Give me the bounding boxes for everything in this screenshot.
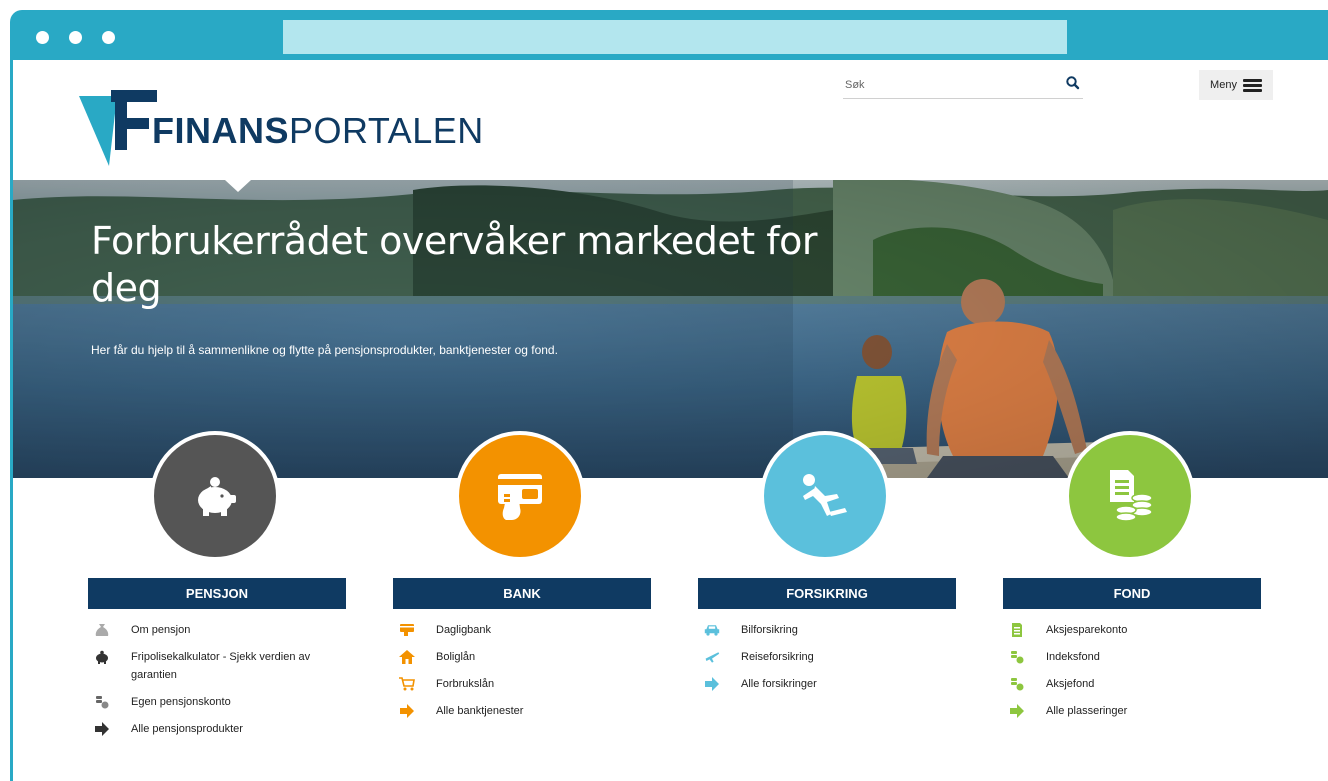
link-om-pensjon[interactable]: Om pensjon xyxy=(88,621,358,639)
arrow-right-icon xyxy=(95,722,109,736)
link-reiseforsikring[interactable]: Reiseforsikring xyxy=(698,648,968,666)
link-alle-plasseringer[interactable]: Alle plasseringer xyxy=(1003,702,1273,720)
moneybag-icon xyxy=(95,624,109,636)
logo-pointer-notch xyxy=(225,180,251,192)
arrow-right-icon xyxy=(1010,704,1024,718)
forsikring-link-list: Bilforsikring Reiseforsikring Alle forsi… xyxy=(698,621,968,702)
search-box xyxy=(843,72,1083,99)
link-label: Aksjefond xyxy=(1046,678,1095,690)
link-forbrukslan[interactable]: Forbrukslån xyxy=(393,675,663,693)
link-label: Alle banktjenester xyxy=(436,705,524,717)
piggy-bank-icon xyxy=(198,477,236,516)
hero-title: Forbrukerrådet overvåker markedet for de… xyxy=(91,219,818,310)
link-indeksfond[interactable]: Indeksfond xyxy=(1003,648,1273,666)
link-boliglan[interactable]: Boliglån xyxy=(393,648,663,666)
piggy-bank-icon xyxy=(96,650,108,664)
falling-person-icon xyxy=(803,474,847,516)
link-label: Aksjesparekonto xyxy=(1046,624,1128,636)
airplane-icon xyxy=(705,652,720,663)
cart-icon xyxy=(399,677,415,691)
document-coins-icon xyxy=(1110,470,1153,522)
link-alle-pensjonsprodukter[interactable]: Alle pensjonsprodukter xyxy=(88,720,358,738)
search-input[interactable] xyxy=(843,76,1045,94)
window-close-dot[interactable] xyxy=(36,31,49,44)
fond-circle-button[interactable] xyxy=(1065,431,1195,561)
card-hand-icon xyxy=(400,624,414,636)
logo-wordmark: FINANSPORTALEN xyxy=(152,110,484,152)
logo-mark-icon xyxy=(79,90,157,166)
link-label: Reiseforsikring xyxy=(741,651,814,663)
arrow-right-icon xyxy=(705,677,719,691)
link-label: Alle plasseringer xyxy=(1046,705,1128,717)
window-maximize-dot[interactable] xyxy=(102,31,115,44)
bank-circle-button[interactable] xyxy=(455,431,585,561)
coins-icon xyxy=(1011,678,1024,691)
link-label: Egen pensjonskonto xyxy=(131,696,231,708)
link-label: Fripolisekalkulator - Sjekk verdien av g… xyxy=(131,651,311,681)
coins-icon xyxy=(1011,651,1024,664)
category-title-bank[interactable]: BANK xyxy=(393,578,651,609)
card-hand-icon xyxy=(498,474,542,520)
link-label: Dagligbank xyxy=(436,624,492,636)
link-dagligbank[interactable]: Dagligbank xyxy=(393,621,663,639)
logo-text-light: PORTALEN xyxy=(289,110,484,151)
logo-text-bold: FINANS xyxy=(152,110,289,151)
document-icon xyxy=(1012,623,1022,637)
hamburger-icon xyxy=(1242,77,1262,94)
link-aksjesparekonto[interactable]: Aksjesparekonto xyxy=(1003,621,1273,639)
link-label: Alle pensjonsprodukter xyxy=(131,723,243,735)
link-label: Indeksfond xyxy=(1046,651,1100,663)
bank-link-list: Dagligbank Boliglån Forbrukslån Alle ban… xyxy=(393,621,663,729)
menu-label: Meny xyxy=(1210,79,1237,91)
forsikring-circle-button[interactable] xyxy=(760,431,890,561)
category-title-fond[interactable]: FOND xyxy=(1003,578,1261,609)
link-label: Forbrukslån xyxy=(436,678,495,690)
address-bar[interactable] xyxy=(283,20,1067,54)
link-label: Om pensjon xyxy=(131,624,191,636)
fond-link-list: Aksjesparekonto Indeksfond Aksjefond All… xyxy=(1003,621,1273,729)
link-label: Alle forsikringer xyxy=(741,678,817,690)
category-title-pensjon[interactable]: PENSJON xyxy=(88,578,346,609)
link-alle-banktjenester[interactable]: Alle banktjenester xyxy=(393,702,663,720)
hero-subtitle: Her får du hjelp til å sammenlikne og fl… xyxy=(91,343,558,357)
link-alle-forsikringer[interactable]: Alle forsikringer xyxy=(698,675,968,693)
link-aksjefond[interactable]: Aksjefond xyxy=(1003,675,1273,693)
arrow-right-icon xyxy=(400,704,414,718)
coins-icon xyxy=(96,696,109,709)
web-page: FINANSPORTALEN Meny xyxy=(13,60,1328,781)
link-fripolisekalkulator[interactable]: Fripolisekalkulator - Sjekk verdien av g… xyxy=(88,648,358,684)
link-bilforsikring[interactable]: Bilforsikring xyxy=(698,621,968,639)
link-label: Bilforsikring xyxy=(741,624,798,636)
menu-button[interactable]: Meny xyxy=(1199,70,1273,100)
pensjon-link-list: Om pensjon Fripolisekalkulator - Sjekk v… xyxy=(88,621,358,747)
search-icon[interactable] xyxy=(1065,75,1081,91)
pensjon-circle-button[interactable] xyxy=(150,431,280,561)
car-icon xyxy=(704,625,720,636)
window-minimize-dot[interactable] xyxy=(69,31,82,44)
site-logo[interactable]: FINANSPORTALEN xyxy=(77,88,483,168)
link-label: Boliglån xyxy=(436,651,476,663)
house-icon xyxy=(399,650,415,664)
category-title-forsikring[interactable]: FORSIKRING xyxy=(698,578,956,609)
link-egen-pensjonskonto[interactable]: Egen pensjonskonto xyxy=(88,693,358,711)
